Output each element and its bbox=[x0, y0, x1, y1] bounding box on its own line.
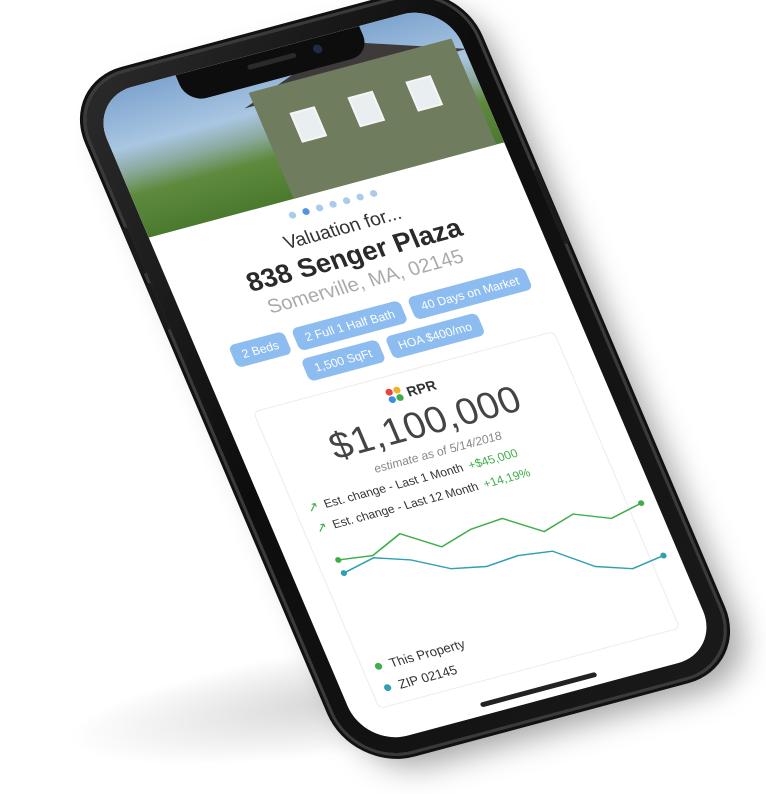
rpr-logo-icon bbox=[384, 385, 407, 405]
series-point bbox=[340, 570, 347, 576]
volume-up-button bbox=[122, 226, 147, 275]
house-window bbox=[289, 106, 328, 143]
carousel-dot[interactable] bbox=[354, 193, 365, 202]
valuation-card: RPR $1,100,000 estimate as of 5/14/2018 … bbox=[252, 330, 681, 710]
house-window bbox=[405, 75, 444, 112]
rpr-label: RPR bbox=[403, 376, 439, 400]
phone-screen: Valuation for... 838 Senger Plaza Somerv… bbox=[89, 2, 721, 748]
series-point bbox=[660, 552, 667, 559]
change-12-month-value: +14,19% bbox=[480, 465, 533, 491]
series-point bbox=[335, 557, 342, 563]
trend-up-icon: ↗ bbox=[304, 498, 322, 516]
carousel-dot[interactable] bbox=[287, 211, 297, 220]
volume-down-button bbox=[145, 282, 171, 331]
carousel-dot[interactable] bbox=[300, 207, 311, 216]
carousel-dot[interactable] bbox=[327, 200, 338, 209]
legend-dot-teal-icon bbox=[382, 683, 393, 692]
phone-frame: Valuation for... 838 Senger Plaza Somerv… bbox=[67, 0, 743, 767]
house-window bbox=[347, 90, 386, 128]
carousel-dot[interactable] bbox=[314, 203, 324, 213]
legend-dot-green-icon bbox=[373, 662, 384, 671]
front-camera bbox=[311, 43, 324, 55]
trend-up-icon: ↗ bbox=[313, 518, 330, 536]
carousel-dot[interactable] bbox=[368, 189, 378, 198]
series-point bbox=[638, 500, 645, 507]
speaker-grille bbox=[246, 52, 297, 71]
tag-beds: 2 Beds bbox=[227, 330, 293, 369]
carousel-dot[interactable] bbox=[341, 196, 351, 205]
valuation-content: Valuation for... 838 Senger Plaza Somerv… bbox=[161, 171, 707, 716]
